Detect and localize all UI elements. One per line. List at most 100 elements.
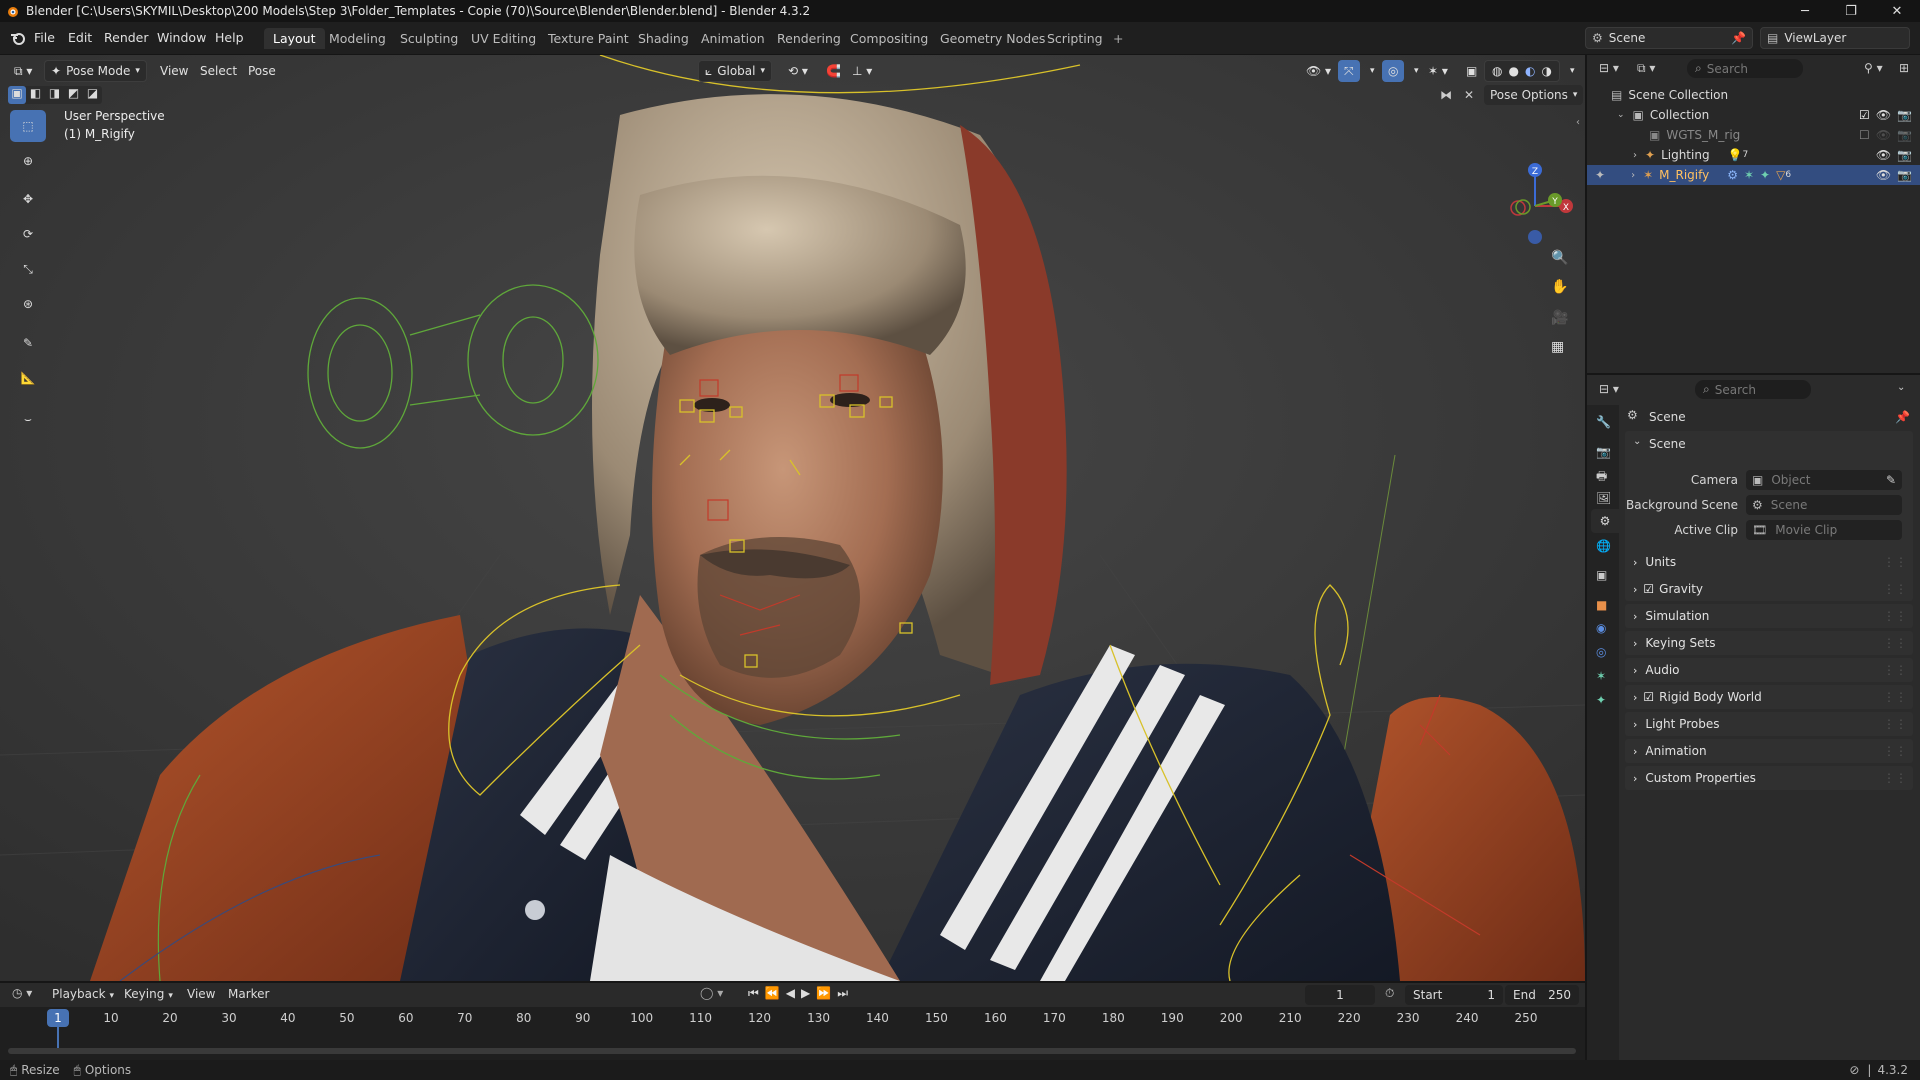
select-box-tool[interactable]: ⬚: [10, 110, 46, 142]
scale-tool[interactable]: ⤡: [10, 253, 46, 285]
view-menu[interactable]: View: [154, 60, 194, 82]
outliner-row-m-rigify[interactable]: ✦ › ✶ M_Rigify ⚙ ✶ ✦ ▽ 6 👁 📷: [1587, 165, 1920, 185]
workspace-tab-uv-editing[interactable]: UV Editing: [462, 28, 545, 49]
select-menu[interactable]: Select: [194, 60, 243, 82]
navigation-gizmo[interactable]: Z X Y: [1490, 110, 1575, 250]
drag-handle-icon[interactable]: ⋮⋮: [1883, 555, 1907, 569]
menu-render[interactable]: Render: [104, 30, 149, 45]
outliner-search-input[interactable]: ⌕ Search: [1687, 59, 1803, 78]
eyedropper-icon[interactable]: ✎: [1886, 473, 1896, 487]
render-tab-icon[interactable]: 📷: [1596, 445, 1611, 459]
checkbox-checked-icon[interactable]: ☑: [1859, 108, 1870, 122]
mode-selector[interactable]: ✦ Pose Mode ▾: [44, 60, 147, 82]
eye-icon[interactable]: 👁: [1876, 168, 1891, 182]
background-scene-field[interactable]: ⚙ Scene: [1746, 495, 1902, 515]
properties-search-input[interactable]: ⌕ Search: [1695, 380, 1811, 399]
add-workspace-icon[interactable]: +: [1104, 28, 1132, 49]
bone-size-tool[interactable]: ⌣: [10, 403, 46, 435]
eye-icon[interactable]: 👁: [1876, 128, 1891, 142]
menu-file[interactable]: File: [34, 30, 55, 45]
drag-handle-icon[interactable]: ⋮⋮: [1883, 690, 1907, 704]
zoom-icon[interactable]: 🔍: [1551, 250, 1568, 266]
sidebar-toggle-icon[interactable]: ‹: [1576, 117, 1580, 128]
pose-mode-icon[interactable]: ✦: [1595, 168, 1605, 182]
menu-help[interactable]: Help: [215, 30, 244, 45]
light-probes-panel[interactable]: › Light Probes ⋮⋮: [1625, 712, 1913, 736]
workspace-tab-sculpting[interactable]: Sculpting: [391, 28, 467, 49]
material-shading-icon[interactable]: ◐: [1525, 64, 1535, 78]
gizmo-neg-z[interactable]: [1528, 230, 1542, 244]
workspace-tab-modeling[interactable]: Modeling: [320, 28, 395, 49]
outliner-row-collection[interactable]: ⌄ ▣ Collection ☑ 👁 📷: [1587, 105, 1920, 125]
workspace-tab-shading[interactable]: Shading: [629, 28, 698, 49]
bone-overlay-button[interactable]: ✶ ▾: [1422, 60, 1454, 82]
chevron-down-icon[interactable]: ⌄: [1897, 382, 1905, 393]
workspace-tab-scripting[interactable]: Scripting: [1038, 28, 1112, 49]
gizmo-options[interactable]: ▾: [1364, 60, 1381, 82]
gizmo-toggle[interactable]: ⤧: [1338, 60, 1360, 82]
xray-toggle[interactable]: ▣: [1460, 60, 1483, 82]
cursor-tool[interactable]: ⊕: [10, 145, 46, 177]
drag-handle-icon[interactable]: ⋮⋮: [1883, 609, 1907, 623]
close-window-button[interactable]: ✕: [1874, 0, 1920, 22]
select-extend-icon[interactable]: ◧: [26, 86, 45, 104]
camera-icon[interactable]: 📷: [1897, 128, 1912, 142]
checkbox-checked-icon[interactable]: ☑: [1643, 582, 1654, 596]
checkbox-unchecked-icon[interactable]: ☐: [1859, 128, 1870, 142]
snap-button[interactable]: 🧲: [820, 60, 847, 82]
menu-edit[interactable]: Edit: [68, 30, 92, 45]
workspace-tab-texture-paint[interactable]: Texture Paint: [539, 28, 638, 49]
gravity-panel[interactable]: › ☑ Gravity ⋮⋮: [1625, 577, 1913, 601]
pose-options-button[interactable]: Pose Options ▾: [1484, 85, 1584, 105]
outliner-editor-type-icon[interactable]: ⊟ ▾: [1599, 61, 1619, 75]
rigid-body-world-panel[interactable]: › ☑ Rigid Body World ⋮⋮: [1625, 685, 1913, 709]
outliner-row-scene-collection[interactable]: ▤ Scene Collection: [1587, 85, 1920, 105]
drag-handle-icon[interactable]: ⋮⋮: [1883, 663, 1907, 677]
rendered-shading-icon[interactable]: ◑: [1541, 64, 1551, 78]
pin-icon[interactable]: 📌: [1731, 31, 1746, 45]
view-layer-selector[interactable]: ▤ ViewLayer: [1760, 27, 1910, 49]
workspace-tab-geometry-nodes[interactable]: Geometry Nodes: [931, 28, 1054, 49]
physics-tab-icon[interactable]: ◉: [1596, 621, 1606, 635]
custom-properties-panel[interactable]: › Custom Properties ⋮⋮: [1625, 766, 1913, 790]
rotate-tool[interactable]: ⟳: [10, 218, 46, 250]
pose-menu[interactable]: Pose: [242, 60, 282, 82]
camera-icon[interactable]: 📷: [1897, 148, 1912, 162]
chevron-down-icon[interactable]: ⌄: [1633, 436, 1641, 447]
audio-panel[interactable]: › Audio ⋮⋮: [1625, 658, 1913, 682]
camera-field[interactable]: ▣ Object ✎: [1746, 470, 1902, 490]
armature-data-tab-icon[interactable]: ✶: [1596, 669, 1606, 683]
wireframe-shading-icon[interactable]: ◍: [1492, 64, 1502, 78]
keying-sets-panel[interactable]: › Keying Sets ⋮⋮: [1625, 631, 1913, 655]
new-collection-icon[interactable]: ⊞: [1899, 61, 1909, 75]
minimize-button[interactable]: ─: [1782, 0, 1828, 22]
active-clip-field[interactable]: 🎞 Movie Clip: [1746, 520, 1902, 540]
select-subtract-icon[interactable]: ◨: [45, 86, 64, 104]
animation-panel[interactable]: › Animation ⋮⋮: [1625, 739, 1913, 763]
select-intersect-icon[interactable]: ◪: [83, 86, 102, 104]
overlay-toggle[interactable]: ◎: [1382, 60, 1405, 82]
properties-editor-type-icon[interactable]: ⊟ ▾: [1599, 382, 1619, 396]
chevron-right-icon[interactable]: ›: [1631, 170, 1635, 181]
eye-icon[interactable]: 👁: [1876, 148, 1891, 162]
camera-icon[interactable]: 📷: [1897, 108, 1912, 122]
menu-window[interactable]: Window: [157, 30, 206, 45]
blender-menu-icon[interactable]: [9, 30, 27, 46]
close-icon[interactable]: ✕: [1464, 88, 1474, 102]
tool-tab-icon[interactable]: 🔧: [1596, 415, 1611, 429]
chevron-down-icon[interactable]: ⌄: [1617, 110, 1625, 120]
transform-tool[interactable]: ⊛: [10, 288, 46, 320]
editor-type-button[interactable]: ⧉ ▾: [8, 60, 38, 82]
solid-shading-icon[interactable]: ●: [1508, 64, 1518, 78]
object-tab-icon[interactable]: ■: [1596, 598, 1607, 612]
world-tab-icon[interactable]: 🌐: [1596, 539, 1611, 553]
annotate-tool[interactable]: ✎: [10, 327, 46, 359]
perspective-grid-icon[interactable]: ▦: [1551, 339, 1564, 355]
display-mode-icon[interactable]: ⧉ ▾: [1637, 61, 1655, 76]
snap-target-button[interactable]: ⊥ ▾: [846, 60, 878, 82]
camera-icon[interactable]: 📷: [1897, 168, 1912, 182]
visibility-button[interactable]: 👁 ▾: [1300, 60, 1337, 82]
select-invert-icon[interactable]: ◩: [64, 86, 83, 104]
chevron-right-icon[interactable]: ›: [1633, 150, 1637, 161]
collection-tab-icon[interactable]: ▣: [1596, 568, 1607, 582]
